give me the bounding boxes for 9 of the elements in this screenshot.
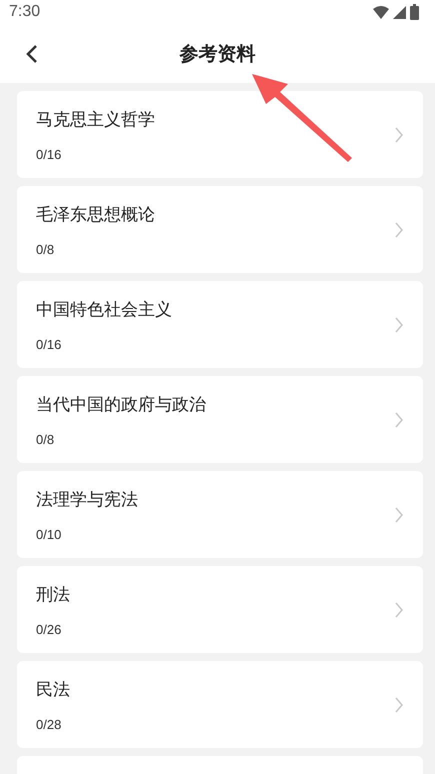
status-time: 7:30: [9, 3, 40, 21]
item-title: 马克思主义哲学: [36, 108, 156, 130]
item-title: 当代中国的政府与政治: [36, 394, 207, 416]
item-title: 毛泽东思想概论: [36, 204, 156, 226]
item-title: 民法: [36, 678, 71, 700]
item-title: 刑法: [36, 584, 71, 606]
item-title: 法理学与宪法: [36, 488, 139, 510]
item-title: 中国特色社会主义: [36, 298, 173, 320]
page-title: 参考资料: [180, 42, 256, 66]
